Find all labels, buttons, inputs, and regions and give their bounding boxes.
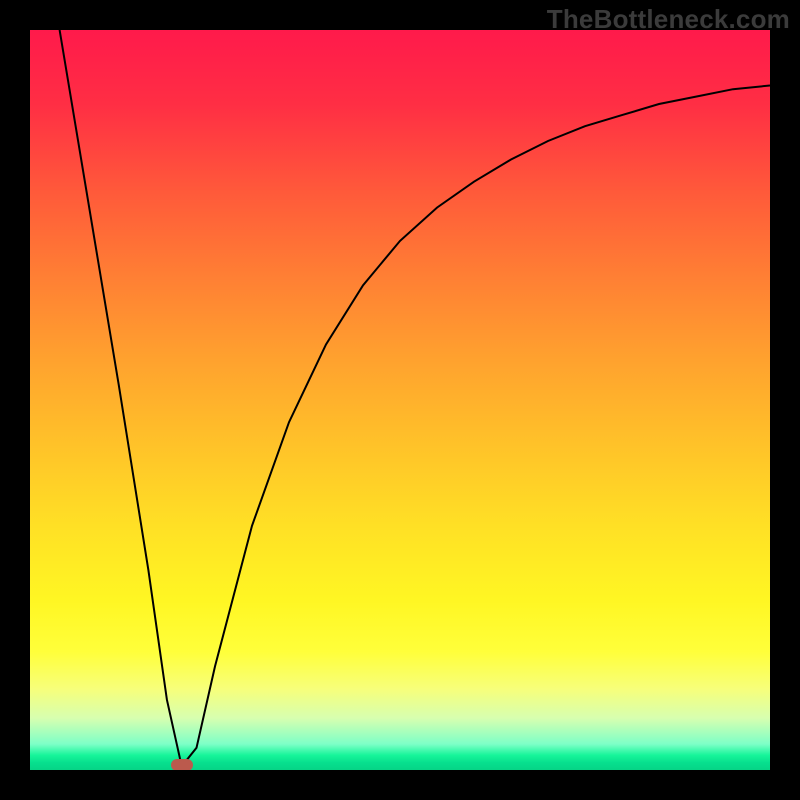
watermark-text: TheBottleneck.com <box>547 4 790 35</box>
plot-area <box>30 30 770 770</box>
optimal-point-marker <box>171 759 193 770</box>
chart-frame: TheBottleneck.com <box>0 0 800 800</box>
curve-line <box>60 30 770 766</box>
bottleneck-curve <box>30 30 770 770</box>
